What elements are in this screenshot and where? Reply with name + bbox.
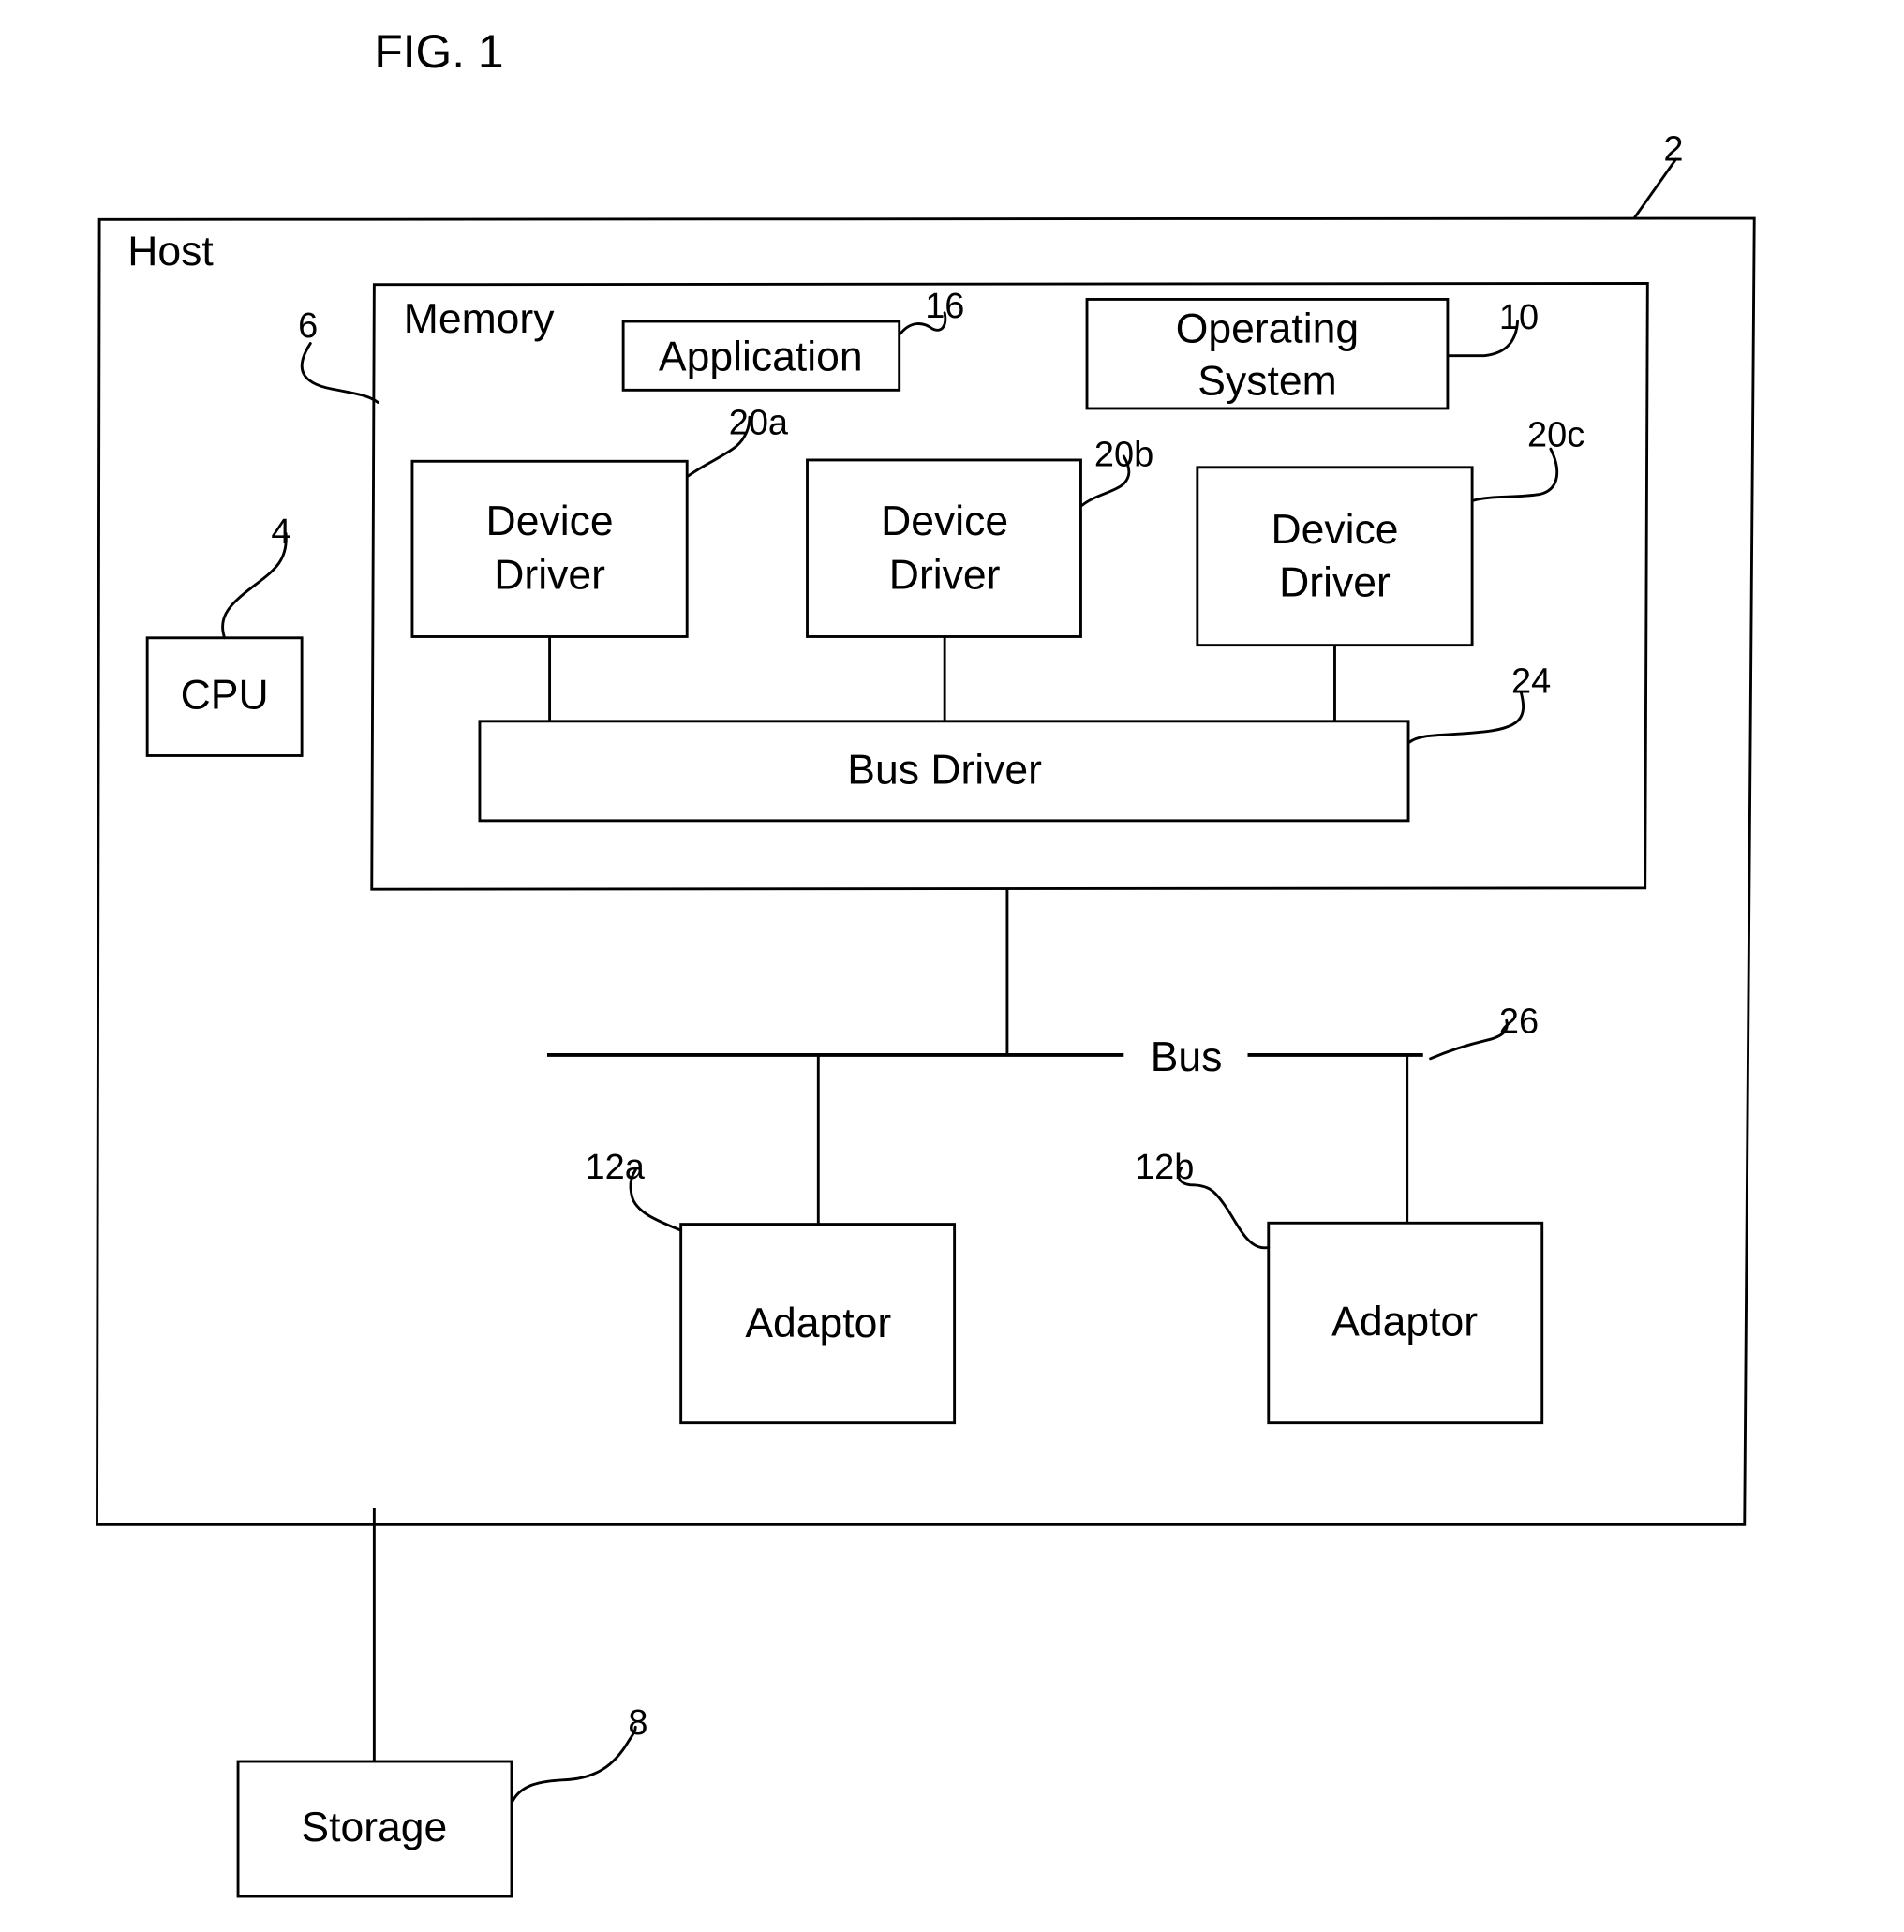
device-driver-ref: 20b xyxy=(1094,435,1153,474)
bus-ref: 26 xyxy=(1499,1002,1539,1041)
device-driver-label-line2: Driver xyxy=(889,552,1001,598)
device-driver-ref: 20c xyxy=(1527,416,1584,455)
adaptor-block-12a: Adaptor 12a xyxy=(586,1148,957,1425)
storage-ref-leader xyxy=(511,1725,637,1803)
memory-label: Memory xyxy=(404,296,555,342)
application-block: Application 16 xyxy=(621,287,964,392)
application-label: Application xyxy=(659,334,863,379)
device-driver-ref: 20a xyxy=(729,403,789,442)
device-driver-block-20b: Device Driver 20b xyxy=(806,435,1153,721)
patent-figure: FIG. 1 Host 2 Memory 6 Application 16 Op… xyxy=(96,25,1756,1898)
memory-ref-leader xyxy=(300,342,379,404)
operating-system-label-line1: Operating xyxy=(1176,305,1359,351)
memory-ref: 6 xyxy=(298,306,318,346)
device-driver-label-line1: Device xyxy=(881,498,1008,544)
adaptor-ref: 12a xyxy=(586,1148,646,1187)
bus-driver-ref-leader xyxy=(1407,691,1525,744)
cpu-block: CPU 4 xyxy=(145,513,304,757)
adaptor-block-12b: Adaptor 12b xyxy=(1135,1148,1544,1425)
adaptor-label: Adaptor xyxy=(745,1300,891,1346)
device-driver-block-20a: Device Driver 20a xyxy=(410,403,789,721)
host-ref: 2 xyxy=(1663,130,1683,170)
adaptor-label: Adaptor xyxy=(1331,1300,1478,1345)
storage-label: Storage xyxy=(301,1805,447,1850)
device-driver-label-line1: Device xyxy=(486,498,614,544)
device-driver-box xyxy=(410,459,689,638)
device-driver-label-line2: Driver xyxy=(494,552,605,598)
bus-block: Bus 26 xyxy=(546,1002,1539,1080)
adaptor-ref: 12b xyxy=(1135,1148,1194,1187)
storage-ref: 8 xyxy=(628,1703,647,1743)
host-label: Host xyxy=(127,229,214,275)
application-ref: 16 xyxy=(925,287,964,326)
operating-system-ref: 10 xyxy=(1499,298,1539,337)
bus-ref-leader xyxy=(1429,1018,1509,1061)
bus-driver-label: Bus Driver xyxy=(847,748,1042,794)
operating-system-block: Operating System 10 xyxy=(1085,298,1539,410)
device-driver-label-line1: Device xyxy=(1271,507,1398,553)
figure-title: FIG. 1 xyxy=(374,25,503,78)
cpu-label: CPU xyxy=(181,673,269,719)
device-driver-label-line2: Driver xyxy=(1279,559,1391,605)
bus-driver-block: Bus Driver 24 xyxy=(478,662,1551,823)
device-driver-ref-leader xyxy=(1471,447,1559,502)
device-driver-box xyxy=(1196,466,1474,647)
bus-label: Bus xyxy=(1151,1034,1223,1080)
storage-block: Storage 8 xyxy=(236,1703,647,1898)
cpu-ref: 4 xyxy=(271,513,290,552)
bus-driver-ref: 24 xyxy=(1511,662,1551,702)
operating-system-label-line2: System xyxy=(1197,359,1336,405)
device-driver-box xyxy=(806,458,1082,638)
